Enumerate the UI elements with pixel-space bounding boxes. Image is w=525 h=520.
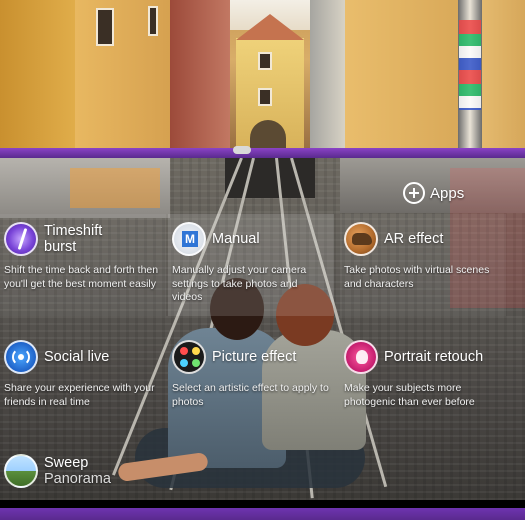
picture-effect-icon bbox=[172, 340, 206, 374]
apps-label: Apps bbox=[430, 184, 465, 202]
app-tile-portrait-retouch[interactable]: Portrait retouch Make your subjects more… bbox=[340, 332, 506, 430]
app-description: Share your experience with your friends … bbox=[4, 382, 155, 408]
app-tile-sweep-panorama[interactable]: Sweep Panorama bbox=[0, 446, 166, 500]
app-description: Make your subjects more photogenic than … bbox=[344, 382, 475, 408]
portrait-retouch-icon bbox=[344, 340, 378, 374]
ar-effect-icon bbox=[344, 222, 378, 256]
app-title: Portrait retouch bbox=[384, 349, 484, 365]
social-live-icon bbox=[4, 340, 38, 374]
sweep-panorama-icon bbox=[4, 454, 38, 488]
app-title: Sweep Panorama bbox=[44, 455, 111, 487]
app-tile-manual[interactable]: Manual Manually adjust your camera setti… bbox=[168, 214, 334, 316]
app-title: Picture effect bbox=[212, 349, 297, 365]
app-description: Manually adjust your camera settings to … bbox=[172, 264, 307, 303]
app-tile-picture-effect[interactable]: Picture effect Select an artistic effect… bbox=[168, 332, 334, 430]
timeshift-icon bbox=[4, 222, 38, 256]
street-photo bbox=[0, 0, 525, 148]
scroll-handle[interactable] bbox=[233, 146, 251, 154]
manual-icon bbox=[172, 222, 206, 256]
apps-button[interactable]: Apps bbox=[403, 182, 464, 204]
app-description: Select an artistic effect to apply to ph… bbox=[172, 382, 329, 408]
app-title: Manual bbox=[212, 231, 260, 247]
app-tile-ar-effect[interactable]: AR effect Take photos with virtual scene… bbox=[340, 214, 506, 316]
app-title: Timeshift burst bbox=[44, 223, 103, 255]
app-tile-social-live[interactable]: Social live Share your experience with y… bbox=[0, 332, 166, 430]
app-description: Take photos with virtual scenes and char… bbox=[344, 264, 490, 290]
divider-bar bbox=[0, 148, 525, 158]
app-title: Social live bbox=[44, 349, 110, 365]
app-title: AR effect bbox=[384, 231, 444, 247]
app-description: Shift the time back and forth then you'l… bbox=[4, 264, 159, 290]
app-tile-timeshift-burst[interactable]: Timeshift burst Shift the time back and … bbox=[0, 214, 166, 316]
bottom-bar bbox=[0, 500, 525, 520]
plus-icon bbox=[403, 182, 425, 204]
